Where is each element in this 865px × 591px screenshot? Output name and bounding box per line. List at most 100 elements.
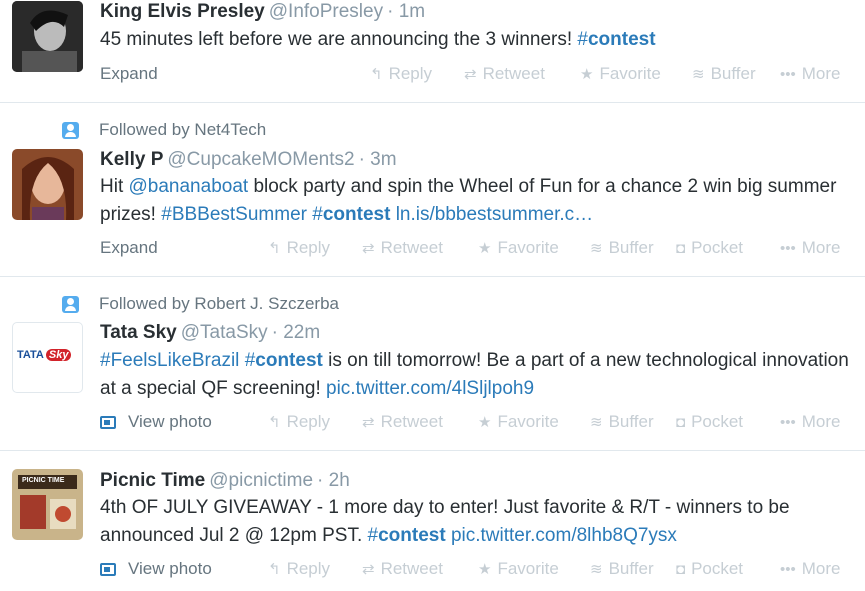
- tweet-text: #FeelsLikeBrazil #contest is on till tom…: [100, 350, 849, 399]
- expand-link[interactable]: Expand: [100, 64, 158, 84]
- tweet-time[interactable]: · 2h: [317, 470, 350, 491]
- buffer-button[interactable]: ≋ Buffer: [590, 412, 654, 432]
- pocket-icon: ◘: [676, 239, 686, 257]
- tweet-header: Tata Sky @TataSky · 22m: [100, 322, 320, 344]
- buffer-icon: ≋: [590, 240, 603, 257]
- tweet-text: 4th OF JULY GIVEAWAY - 1 more day to ent…: [100, 497, 790, 546]
- star-icon: ★: [478, 414, 492, 431]
- tweet-header: King Elvis Presley @InfoPresley · 1m: [100, 1, 425, 23]
- buffer-button[interactable]: ≋ Buffer: [692, 64, 756, 84]
- reply-icon: ↰: [268, 561, 281, 578]
- buffer-icon: ≋: [692, 66, 705, 83]
- buffer-icon: ≋: [590, 414, 603, 431]
- pocket-icon: ◘: [676, 560, 686, 578]
- retweet-icon: ⇄: [464, 66, 477, 83]
- retweet-icon: ⇄: [362, 240, 375, 257]
- person-icon: [62, 121, 79, 139]
- author-name[interactable]: Kelly P: [100, 149, 163, 170]
- author-handle[interactable]: @TataSky: [181, 322, 268, 343]
- tweet-header: Picnic Time @picnictime · 2h: [100, 470, 350, 492]
- reply-icon: ↰: [268, 240, 281, 257]
- person-icon: [62, 295, 79, 313]
- tweet-1[interactable]: King Elvis Presley @InfoPresley · 1m 45 mi…: [0, 0, 865, 103]
- tweet-time[interactable]: · 3m: [359, 149, 397, 170]
- retweet-button[interactable]: ⇄ Retweet: [362, 238, 443, 258]
- reply-icon: ↰: [268, 414, 281, 431]
- more-icon: •••: [780, 560, 796, 578]
- social-context: Followed by Robert J. Szczerba: [62, 294, 339, 314]
- avatar-image: [12, 1, 83, 72]
- reply-button[interactable]: ↰ Reply: [370, 64, 432, 84]
- buffer-icon: ≋: [590, 561, 603, 578]
- more-button[interactable]: ••• More: [780, 559, 841, 579]
- author-name[interactable]: Picnic Time: [100, 470, 205, 491]
- more-icon: •••: [780, 239, 796, 257]
- author-handle[interactable]: @picnictime: [209, 470, 313, 491]
- view-photo-link[interactable]: View photo: [100, 559, 212, 579]
- hashtag-link[interactable]: #FeelsLikeBrazil: [100, 350, 239, 371]
- hashtag-link[interactable]: #contest: [577, 29, 655, 50]
- avatar[interactable]: TATA Sky: [12, 322, 83, 393]
- tweet-4[interactable]: PICNIC TIME Picnic Time @picnictime · 2h 4…: [0, 451, 865, 591]
- tweet-header: Kelly P @CupcakeMOMents2 · 3m: [100, 149, 397, 171]
- more-button[interactable]: ••• More: [780, 238, 841, 258]
- tweet-time[interactable]: · 1m: [387, 1, 425, 22]
- tweet-actions: Expand ↰ Reply ⇄ Retweet ★ Favorite ≋ Buffer…: [100, 64, 860, 88]
- tweet-3[interactable]: Followed by Robert J. Szczerba TATA Sky T…: [0, 277, 865, 451]
- avatar[interactable]: PICNIC TIME: [12, 469, 83, 540]
- tweet-text: Hit @bananaboat block party and spin the…: [100, 176, 837, 225]
- avatar-image: [12, 149, 83, 220]
- pocket-icon: ◘: [676, 413, 686, 431]
- author-handle[interactable]: @InfoPresley: [269, 1, 383, 22]
- retweet-button[interactable]: ⇄ Retweet: [362, 559, 443, 579]
- more-icon: •••: [780, 65, 796, 83]
- reply-button[interactable]: ↰ Reply: [268, 412, 330, 432]
- tata-sky-logo: TATA Sky: [17, 349, 72, 361]
- hashtag-link[interactable]: #BBBestSummer: [161, 204, 307, 225]
- author-name[interactable]: King Elvis Presley: [100, 1, 265, 22]
- tweet-time[interactable]: · 22m: [272, 322, 321, 343]
- author-name[interactable]: Tata Sky: [100, 322, 177, 343]
- photo-icon: [100, 415, 116, 429]
- tweet-actions: View photo ↰ Reply ⇄ Retweet ★ Favorite ≋ Bu…: [100, 559, 860, 583]
- mention-link[interactable]: @bananaboat: [129, 176, 249, 197]
- star-icon: ★: [478, 240, 492, 257]
- tweet-2[interactable]: Followed by Net4Tech Kelly P @CupcakeMOMe…: [0, 103, 865, 277]
- author-handle[interactable]: @CupcakeMOMents2: [167, 149, 354, 170]
- retweet-icon: ⇄: [362, 561, 375, 578]
- reply-icon: ↰: [370, 66, 383, 83]
- picnic-time-logo: PICNIC TIME: [22, 477, 65, 484]
- buffer-button[interactable]: ≋ Buffer: [590, 559, 654, 579]
- tweet-text: 45 minutes left before we are announcing…: [100, 29, 656, 50]
- photo-link[interactable]: pic.twitter.com/8lhb8Q7ysx: [451, 525, 677, 546]
- retweet-button[interactable]: ⇄ Retweet: [464, 64, 545, 84]
- pocket-button[interactable]: ◘ Pocket: [676, 238, 743, 258]
- retweet-icon: ⇄: [362, 414, 375, 431]
- retweet-button[interactable]: ⇄ Retweet: [362, 412, 443, 432]
- reply-button[interactable]: ↰ Reply: [268, 559, 330, 579]
- url-link[interactable]: ln.is/bbbestsummer.c…: [396, 204, 593, 225]
- favorite-button[interactable]: ★ Favorite: [580, 64, 661, 84]
- pocket-button[interactable]: ◘ Pocket: [676, 559, 743, 579]
- more-button[interactable]: ••• More: [780, 412, 841, 432]
- social-context: Followed by Net4Tech: [62, 120, 266, 140]
- avatar[interactable]: [12, 149, 83, 220]
- star-icon: ★: [580, 66, 594, 83]
- pocket-button[interactable]: ◘ Pocket: [676, 412, 743, 432]
- view-photo-link[interactable]: View photo: [100, 412, 212, 432]
- favorite-button[interactable]: ★ Favorite: [478, 559, 559, 579]
- expand-link[interactable]: Expand: [100, 238, 158, 258]
- favorite-button[interactable]: ★ Favorite: [478, 238, 559, 258]
- buffer-button[interactable]: ≋ Buffer: [590, 238, 654, 258]
- more-button[interactable]: ••• More: [780, 64, 841, 84]
- hashtag-link[interactable]: #contest: [312, 204, 390, 225]
- photo-link[interactable]: pic.twitter.com/4lSljlpoh9: [326, 378, 534, 399]
- tweet-actions: View photo ↰ Reply ⇄ Retweet ★ Favorite ≋ Bu…: [100, 412, 860, 436]
- reply-button[interactable]: ↰ Reply: [268, 238, 330, 258]
- star-icon: ★: [478, 561, 492, 578]
- avatar[interactable]: [12, 1, 83, 72]
- favorite-button[interactable]: ★ Favorite: [478, 412, 559, 432]
- hashtag-link[interactable]: #contest: [368, 525, 446, 546]
- hashtag-link[interactable]: #contest: [245, 350, 323, 371]
- tweet-actions: Expand ↰ Reply ⇄ Retweet ★ Favorite ≋ Buffer…: [100, 238, 860, 262]
